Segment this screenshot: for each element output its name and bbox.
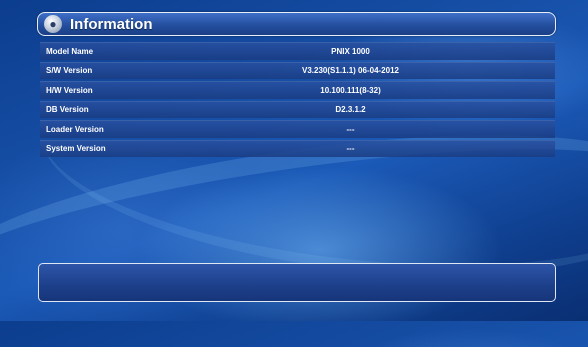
row-label: S/W Version: [46, 66, 93, 76]
row-value: ---: [346, 144, 355, 154]
row-label: Loader Version: [46, 124, 104, 134]
row-label: System Version: [46, 144, 106, 154]
page-title: Information: [70, 15, 153, 33]
info-row-loader-version[interactable]: Loader Version ---: [40, 120, 555, 138]
info-header: ● Information: [37, 12, 556, 36]
info-row-hw-version[interactable]: H/W Version 10.100.111(8-32): [40, 81, 555, 99]
row-label: DB Version: [46, 105, 89, 115]
row-label: Model Name: [46, 46, 94, 56]
row-value: V3.230(S1.1.1) 06-04-2012: [302, 66, 399, 76]
info-row-model-name[interactable]: Model Name PNIX 1000: [40, 42, 555, 60]
row-value: PNIX 1000: [331, 46, 370, 56]
row-value: D2.3.1.2: [335, 105, 366, 115]
info-row-sw-version[interactable]: S/W Version V3.230(S1.1.1) 06-04-2012: [40, 61, 555, 79]
info-person-icon: ●: [44, 15, 62, 33]
row-value: ---: [346, 124, 355, 134]
row-label: H/W Version: [46, 85, 93, 95]
info-table: Model Name PNIX 1000 S/W Version V3.230(…: [40, 42, 555, 159]
info-row-system-version[interactable]: System Version ---: [40, 139, 555, 157]
row-value: 10.100.111(8-32): [320, 85, 381, 95]
info-row-db-version[interactable]: DB Version D2.3.1.2: [40, 100, 555, 118]
message-box: [38, 263, 556, 302]
